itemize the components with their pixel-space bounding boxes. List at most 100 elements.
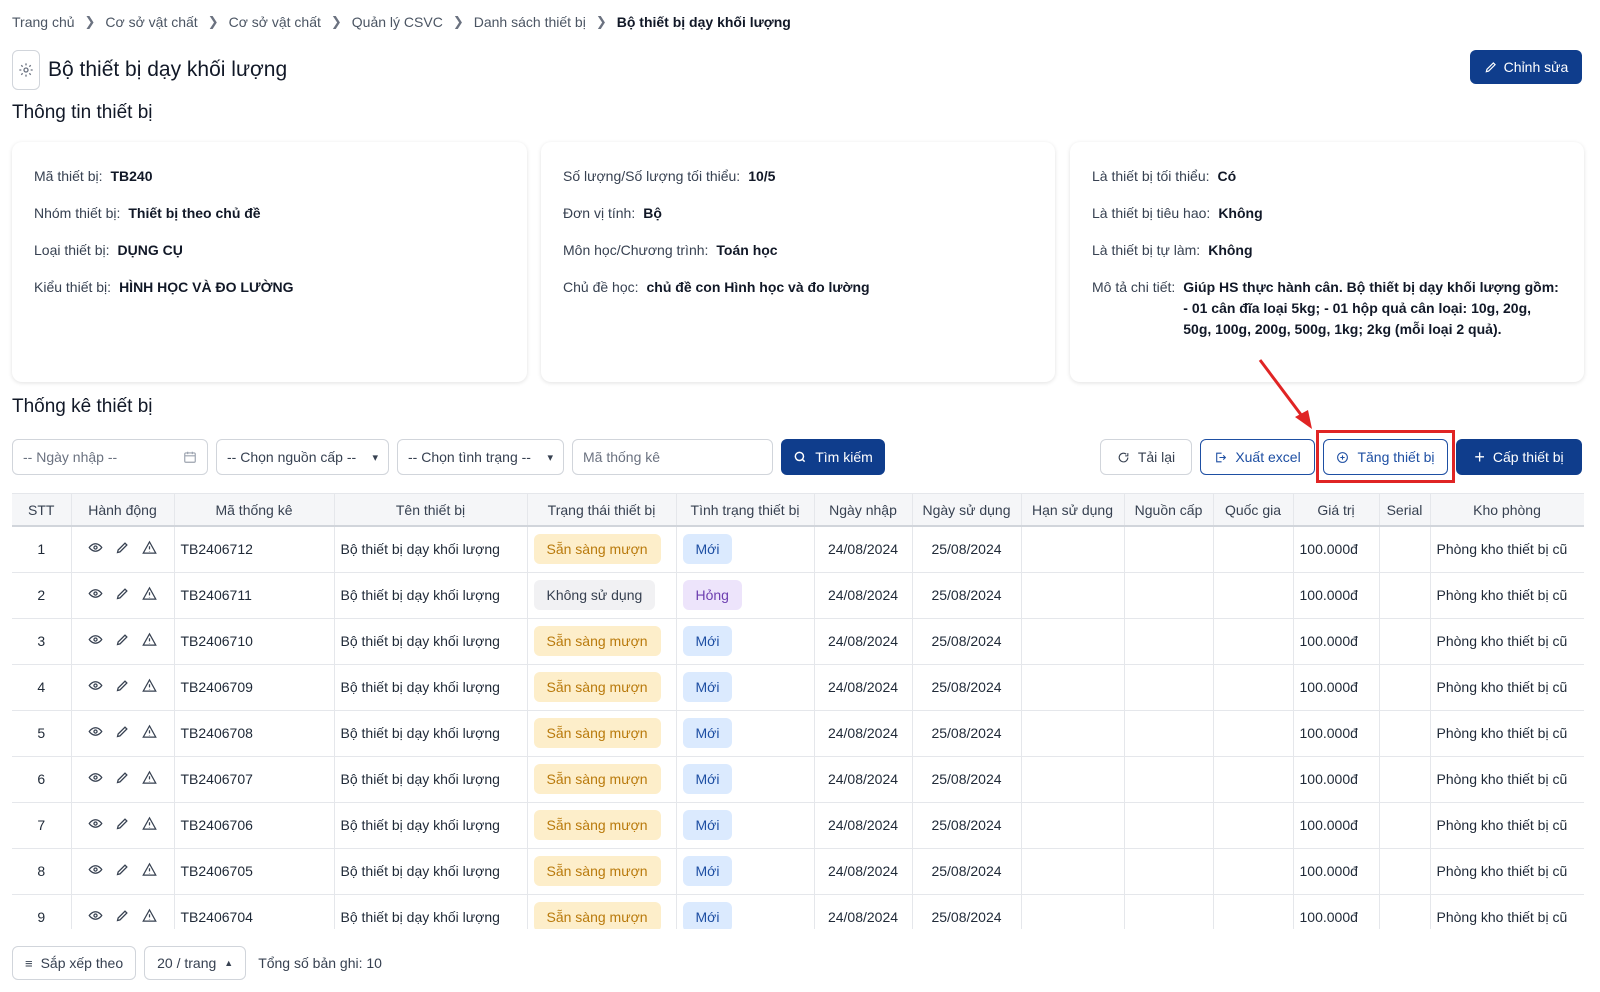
eye-icon[interactable] [88,632,103,650]
cell-source [1124,848,1214,895]
allocate-device-button[interactable]: + Cấp thiết bị [1456,439,1582,475]
pencil-icon[interactable] [115,724,130,742]
cell-country [1213,710,1294,757]
warning-icon[interactable] [142,908,157,926]
cell-actions [71,664,175,711]
warning-icon[interactable] [142,678,157,696]
breadcrumb-facilities[interactable]: Cơ sở vật chất [105,14,197,30]
increase-button-label: Tăng thiết bị [1357,449,1435,465]
cell-source [1124,526,1214,573]
cell-stt: 7 [12,802,72,849]
cell-expiry [1021,756,1125,803]
search-button[interactable]: Tìm kiếm [781,439,885,475]
warning-icon[interactable] [142,816,157,834]
condition-badge: Mới [682,718,733,748]
export-excel-button[interactable]: Xuất excel [1200,439,1315,475]
cell-room: Phòng kho thiết bị cũ [1430,664,1584,711]
cell-actions [71,618,175,665]
column-header: Trạng thái thiết bị [527,494,677,527]
cell-value: 100.000đ [1293,802,1380,849]
eye-icon[interactable] [88,724,103,742]
sort-button[interactable]: ≡ Sắp xếp theo [12,946,137,980]
info-value: Không [1208,242,1253,258]
info-label: Đơn vị tính: [563,205,636,221]
eye-icon[interactable] [88,862,103,880]
increase-device-button[interactable]: Tăng thiết bị [1323,439,1448,475]
breadcrumb-device-list[interactable]: Danh sách thiết bị [474,14,586,30]
pencil-icon[interactable] [115,540,130,558]
eye-icon[interactable] [88,678,103,696]
cell-use-date: 25/08/2024 [912,526,1022,573]
date-filter-input[interactable]: -- Ngày nhập -- [12,439,208,475]
caret-up-icon: ▲ [224,958,234,968]
pencil-icon[interactable] [115,816,130,834]
cell-stt: 1 [12,526,72,573]
breadcrumb-manage[interactable]: Quản lý CSVC [352,14,443,30]
gear-icon [12,50,40,90]
warning-icon[interactable] [142,586,157,604]
warning-icon[interactable] [142,632,157,650]
cell-serial [1379,756,1431,803]
cell-actions [71,848,175,895]
eye-icon[interactable] [88,908,103,926]
source-select[interactable]: -- Chọn nguồn cấp -- ▾ [216,439,389,475]
cell-code: TB2406705 [174,848,335,895]
pencil-icon[interactable] [115,586,130,604]
info-row: Mô tả chi tiết: Giúp HS thực hành cân. Bộ… [1092,277,1562,340]
table-row: 5 TB2406708 Bộ thiết bị dạy khối lượng Sẵn… [12,710,1584,757]
state-badge: Sẵn sàng mượn [533,718,661,748]
cell-value: 100.000đ [1293,618,1380,665]
breadcrumb-facilities-2[interactable]: Cơ sở vật chất [229,14,321,30]
cell-value: 100.000đ [1293,848,1380,895]
page-size-select[interactable]: 20 / trang ▲ [144,946,247,980]
cell-serial [1379,894,1431,929]
cell-state: Sẵn sàng mượn [527,618,677,665]
code-search-input[interactable]: Mã thống kê [572,439,773,475]
breadcrumb-home[interactable]: Trang chủ [12,14,75,30]
cell-use-date: 25/08/2024 [912,710,1022,757]
cell-room: Phòng kho thiết bị cũ [1430,802,1584,849]
chevron-right-icon: ❯ [330,14,342,29]
cell-name: Bộ thiết bị dạy khối lượng [334,802,528,849]
cell-room: Phòng kho thiết bị cũ [1430,894,1584,929]
table-row: 7 TB2406706 Bộ thiết bị dạy khối lượng Sẵn… [12,802,1584,849]
cell-expiry [1021,710,1125,757]
pencil-icon[interactable] [115,908,130,926]
cell-country [1213,848,1294,895]
cell-state: Không sử dụng [527,572,677,619]
cell-stt: 6 [12,756,72,803]
warning-icon[interactable] [142,770,157,788]
info-value: TB240 [110,168,153,184]
pencil-icon[interactable] [115,770,130,788]
pencil-icon[interactable] [115,632,130,650]
cell-state: Sẵn sàng mượn [527,802,677,849]
cell-import-date: 24/08/2024 [814,756,913,803]
cell-stt: 8 [12,848,72,895]
allocate-button-label: Cấp thiết bị [1492,449,1564,465]
reload-button[interactable]: Tải lại [1100,439,1192,475]
eye-icon[interactable] [88,816,103,834]
pencil-icon[interactable] [115,862,130,880]
edit-button[interactable]: Chỉnh sửa [1470,50,1582,84]
warning-icon[interactable] [142,540,157,558]
table-header-row: STT Hành động Mã thống kê Tên thiết bị T… [12,494,1584,527]
cell-country [1213,618,1294,665]
info-card-basic: Mã thiết bị: TB240 Nhóm thiết bị: Thiết bị… [12,142,527,382]
cell-expiry [1021,802,1125,849]
eye-icon[interactable] [88,586,103,604]
cell-state: Sẵn sàng mượn [527,664,677,711]
eye-icon[interactable] [88,540,103,558]
cell-condition: Mới [676,756,815,803]
status-select[interactable]: -- Chọn tình trạng -- ▾ [397,439,564,475]
eye-icon[interactable] [88,770,103,788]
cell-import-date: 24/08/2024 [814,618,913,665]
cell-code: TB2406712 [174,526,335,573]
warning-icon[interactable] [142,724,157,742]
pencil-icon[interactable] [115,678,130,696]
cell-country [1213,664,1294,711]
cell-expiry [1021,848,1125,895]
warning-icon[interactable] [142,862,157,880]
cell-name: Bộ thiết bị dạy khối lượng [334,710,528,757]
cell-room: Phòng kho thiết bị cũ [1430,848,1584,895]
info-row: Chủ đề học: chủ đề con Hình học và đo lườ… [563,277,1033,297]
